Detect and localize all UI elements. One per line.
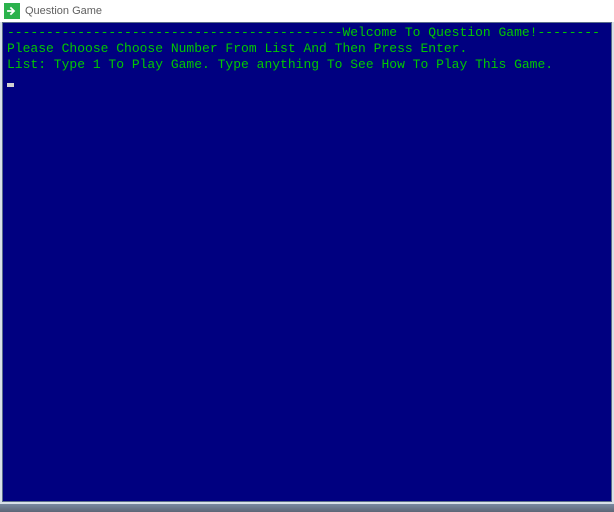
console-line-welcome: ----------------------------------------… [7,25,600,40]
text-cursor [7,83,14,87]
window-title: Question Game [25,5,102,17]
taskbar-edge [0,504,614,512]
title-bar: Question Game [0,0,614,22]
app-arrow-icon [4,3,20,19]
console-line-list: List: Type 1 To Play Game. Type anything… [7,57,553,72]
console-area[interactable]: ----------------------------------------… [2,22,612,502]
console-line-prompt: Please Choose Choose Number From List An… [7,41,467,56]
